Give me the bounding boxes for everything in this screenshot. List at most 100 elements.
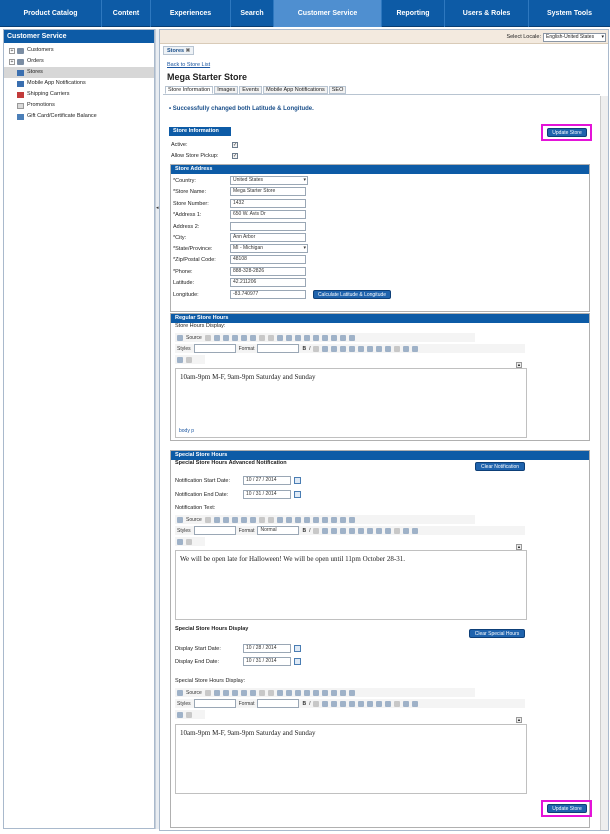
nav-tab-content[interactable]: Content	[102, 0, 151, 27]
calendar-icon[interactable]	[294, 645, 301, 652]
nav-tab-experiences[interactable]: Experiences	[151, 0, 231, 27]
align-left-icon[interactable]	[322, 345, 329, 352]
replace-icon[interactable]	[285, 334, 292, 341]
paste-icon[interactable]	[222, 516, 229, 523]
source-button[interactable]: Source	[186, 335, 202, 341]
sidebar-item-gift-card[interactable]: Gift Card/Certificate Balance	[4, 111, 154, 122]
notif-start-input[interactable]: 10 / 27 / 2014	[243, 476, 291, 485]
undo-icon[interactable]	[258, 516, 265, 523]
special-char-icon[interactable]	[339, 334, 346, 341]
expand-icon[interactable]: +	[9, 58, 15, 65]
remove-format-icon[interactable]	[303, 689, 310, 696]
vertical-scrollbar[interactable]	[600, 96, 608, 830]
remove-format-icon[interactable]	[303, 516, 310, 523]
italic-icon[interactable]: I	[309, 346, 310, 352]
source-icon[interactable]	[177, 334, 183, 341]
paste-text-icon[interactable]	[231, 334, 238, 341]
store-name-input[interactable]: Mega Starter Store	[230, 187, 306, 196]
sidebar-item-orders[interactable]: + Orders	[4, 56, 154, 67]
nav-tab-search[interactable]: Search	[231, 0, 274, 27]
outdent-icon[interactable]	[376, 527, 383, 534]
align-right-icon[interactable]	[340, 527, 347, 534]
table-icon[interactable]	[321, 689, 328, 696]
link-icon[interactable]	[348, 334, 355, 341]
table-icon[interactable]	[321, 334, 328, 341]
tab-mobile-app-notifications[interactable]: Mobile App Notifications	[263, 86, 328, 94]
calendar-icon[interactable]	[294, 658, 301, 665]
paste-word-icon[interactable]	[240, 516, 247, 523]
hr-icon[interactable]	[330, 516, 337, 523]
address2-input[interactable]	[230, 222, 306, 231]
special-char-icon[interactable]	[339, 689, 346, 696]
hr-icon[interactable]	[330, 689, 337, 696]
select-all-icon[interactable]	[294, 516, 301, 523]
styles-select[interactable]	[193, 344, 236, 353]
paste-text-icon[interactable]	[231, 689, 238, 696]
align-center-icon[interactable]	[331, 345, 338, 352]
flag-icon[interactable]	[412, 527, 419, 534]
redo-icon[interactable]	[267, 689, 274, 696]
expand-icon[interactable]: +	[9, 47, 15, 54]
numbered-list-icon[interactable]	[358, 700, 365, 707]
country-select[interactable]: United States ▾	[230, 176, 308, 185]
image-icon[interactable]	[312, 334, 319, 341]
help-icon[interactable]	[186, 538, 192, 545]
calendar-icon[interactable]	[294, 477, 301, 484]
format-select[interactable]: Normal	[257, 526, 300, 535]
strike-icon[interactable]	[313, 345, 320, 352]
notif-end-input[interactable]: 10 / 31 / 2014	[243, 490, 291, 499]
calendar-icon[interactable]	[294, 491, 301, 498]
address1-input[interactable]: 650 W. Avis Dr	[230, 210, 306, 219]
bold-icon[interactable]: B	[302, 346, 306, 352]
redo-icon[interactable]	[267, 516, 274, 523]
paste-text-icon[interactable]	[231, 516, 238, 523]
display-start-input[interactable]: 10 / 28 / 2014	[243, 644, 291, 653]
help-icon[interactable]	[186, 356, 192, 363]
outdent-icon[interactable]	[376, 700, 383, 707]
back-to-store-list-link[interactable]: Back to Store List	[167, 62, 210, 68]
undo-icon[interactable]	[258, 334, 265, 341]
latitude-input[interactable]: 42.211206	[230, 278, 306, 287]
find-icon[interactable]	[276, 334, 283, 341]
undo-icon[interactable]	[258, 689, 265, 696]
flag-icon[interactable]	[412, 700, 419, 707]
sidebar-item-customers[interactable]: + Customers	[4, 45, 154, 56]
align-right-icon[interactable]	[340, 345, 347, 352]
bold-icon[interactable]: B	[302, 701, 306, 707]
nav-tab-customer-service[interactable]: Customer Service	[274, 0, 382, 27]
blockquote-icon[interactable]	[394, 345, 401, 352]
zip-input[interactable]: 48108	[230, 255, 306, 264]
align-center-icon[interactable]	[331, 527, 338, 534]
spellcheck-icon[interactable]	[249, 516, 256, 523]
link-icon[interactable]	[348, 689, 355, 696]
tab-images[interactable]: Images	[214, 86, 239, 94]
collapse-toolbar-icon[interactable]: ▲	[516, 717, 522, 723]
source-button[interactable]: Source	[186, 690, 202, 696]
spellcheck-icon[interactable]	[249, 334, 256, 341]
select-all-icon[interactable]	[294, 689, 301, 696]
sidebar-item-shipping-carriers[interactable]: Shipping Carriers	[4, 89, 154, 100]
spellcheck-icon[interactable]	[249, 689, 256, 696]
source-button[interactable]: Source	[186, 517, 202, 523]
anchor-icon[interactable]	[403, 700, 410, 707]
cut-icon[interactable]	[204, 334, 211, 341]
justify-icon[interactable]	[349, 345, 356, 352]
pickup-checkbox[interactable]: ✓	[232, 153, 238, 159]
bold-icon[interactable]: B	[302, 528, 306, 534]
state-select[interactable]: MI - Michigan ▾	[230, 244, 308, 253]
sidebar-item-stores[interactable]: Stores	[4, 67, 154, 78]
sidebar-item-mobile-app-notifications[interactable]: Mobile App Notifications	[4, 78, 154, 89]
image-icon[interactable]	[312, 516, 319, 523]
clear-notification-button[interactable]: Clear Notification	[475, 462, 525, 471]
maximize-icon[interactable]	[177, 711, 183, 718]
find-icon[interactable]	[276, 516, 283, 523]
justify-icon[interactable]	[349, 700, 356, 707]
calculate-lat-long-button[interactable]: Calculate Latitude & Longitude	[313, 290, 391, 299]
anchor-icon[interactable]	[403, 527, 410, 534]
align-left-icon[interactable]	[322, 527, 329, 534]
replace-icon[interactable]	[285, 516, 292, 523]
cut-icon[interactable]	[204, 689, 211, 696]
store-hours-editor[interactable]: 10am-9pm M-F, 9am-9pm Saturday and Sunda…	[175, 368, 527, 438]
align-left-icon[interactable]	[322, 700, 329, 707]
format-select[interactable]	[257, 344, 300, 353]
